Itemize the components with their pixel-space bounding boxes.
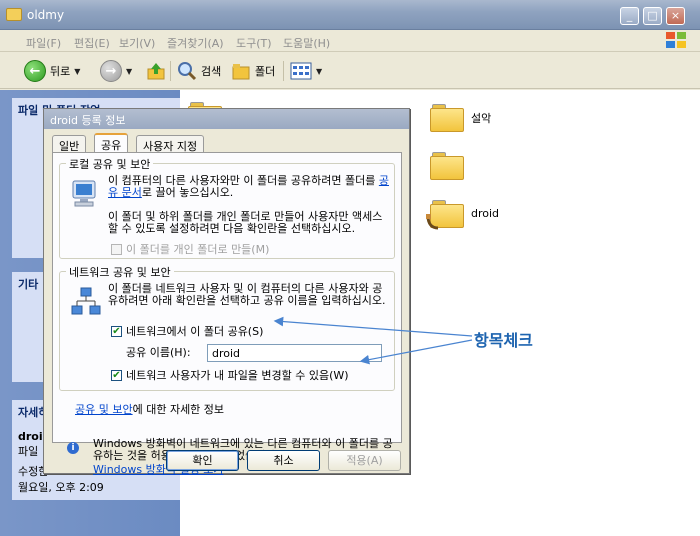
computer-icon [72,180,96,207]
network-icon [71,287,101,315]
folder-label[interactable]: 설악 [471,110,491,126]
dialog-title-bar[interactable]: droid 등록 정보 [44,109,409,129]
local-info-text: 이 컴퓨터의 다른 사용자와만 이 폴더를 공유하려면 폴더를 공유 문서로 끌… [108,174,389,199]
menu-bar: 파일(F) 편집(E) 보기(V) 즐겨찾기(A) 도구(T) 도움말(H) [0,30,700,52]
local-sharing-group: 로컬 공유 및 보안 이 컴퓨터의 다른 사용자와만 이 폴더를 공유하려면 폴… [59,156,395,259]
network-group-label: 네트워크 공유 및 보안 [66,264,174,280]
windows-logo-icon [666,32,688,50]
folder-icon [6,8,22,21]
shared-folder-icon[interactable] [426,200,464,230]
ok-button[interactable]: 확인 [166,450,239,471]
tab-general[interactable]: 일반 [52,135,87,153]
share-name-input[interactable]: droid [207,344,382,362]
folders-icon [232,64,250,80]
menu-view[interactable]: 보기(V) [119,35,155,51]
views-icon [290,62,312,80]
window-title: oldmy [27,8,65,22]
more-info-text: 공유 및 보안에 대한 자세한 정보 [75,403,225,416]
up-folder-icon [147,63,165,80]
folders-label: 폴더 [255,65,276,78]
title-bar[interactable]: oldmy _ □ × [0,0,700,30]
search-icon [178,62,197,81]
share-network-checkbox-label[interactable]: 네트워크에서 이 폴더 공유(S) [126,326,263,338]
menu-favorites[interactable]: 즐겨찾기(A) [167,35,224,51]
minimize-button[interactable]: _ [620,7,639,25]
sharing-panel: 로컬 공유 및 보안 이 컴퓨터의 다른 사용자와만 이 폴더를 공유하려면 폴… [52,152,402,476]
close-button[interactable]: × [666,7,685,25]
details-date: 월요일, 오후 2:09 [18,481,104,494]
tab-sharing[interactable]: 공유 [94,133,129,153]
tab-customize[interactable]: 사용자 지정 [136,135,205,153]
folder-icon[interactable] [430,152,464,180]
toolbar: ← 뒤로 ▼ → ▼ 검색 폴더 ▼ [0,53,700,89]
up-folder-button[interactable] [146,59,166,83]
network-info-text: 이 폴더를 네트워크 사용자 및 이 컴퓨터의 다른 사용자와 공유하려면 아래… [108,282,386,307]
folder-icon[interactable] [430,104,464,132]
properties-dialog: droid 등록 정보 일반 공유 사용자 지정 로컬 공유 및 보안 이 컴퓨… [43,108,410,476]
apply-button[interactable]: 적용(A) [328,450,401,471]
dialog-title: droid 등록 정보 [50,114,126,127]
annotation-label: 항목체크 [474,331,533,350]
share-name-label: 공유 이름(H): [126,346,191,359]
chevron-down-icon[interactable]: ▼ [74,67,80,76]
private-checkbox-label: 이 폴더를 개인 폴더로 만들(M) [126,243,270,256]
menu-help[interactable]: 도움말(H) [283,35,330,51]
chevron-down-icon[interactable]: ▼ [316,67,322,76]
menu-edit[interactable]: 편집(E) [74,35,110,51]
search-label: 검색 [201,65,222,78]
private-info-text: 이 폴더 및 하위 폴더를 개인 폴더로 만들어 사용자만 액세스할 수 있도록… [108,210,383,235]
menu-file[interactable]: 파일(F) [26,35,61,51]
private-checkbox[interactable] [111,244,122,255]
maximize-button[interactable]: □ [643,7,662,25]
back-arrow-icon: ← [24,60,46,82]
share-network-checkbox[interactable]: ✔ [111,326,122,337]
folder-label-droid[interactable]: droid [471,207,499,220]
sharing-security-link[interactable]: 공유 및 보안 [75,403,133,416]
local-group-label: 로컬 공유 및 보안 [66,156,154,172]
allow-change-checkbox[interactable]: ✔ [111,370,122,381]
network-sharing-group: 네트워크 공유 및 보안 이 폴더를 네트워크 사용자 및 이 컴퓨터의 다른 … [59,264,395,391]
cancel-button[interactable]: 취소 [247,450,320,471]
info-icon: i [67,442,79,454]
allow-change-checkbox-label[interactable]: 네트워크 사용자가 내 파일을 변경할 수 있음(W) [126,370,349,382]
views-button[interactable]: ▼ [290,59,322,83]
menu-tools[interactable]: 도구(T) [236,35,272,51]
folders-button[interactable]: 폴더 [231,59,275,83]
back-button[interactable]: ← 뒤로 ▼ [24,59,80,83]
back-label: 뒤로 [50,65,71,78]
forward-arrow-icon: → [100,60,122,82]
search-button[interactable]: 검색 [177,59,221,83]
chevron-down-icon[interactable]: ▼ [126,67,132,76]
forward-button[interactable]: → ▼ [100,59,132,83]
